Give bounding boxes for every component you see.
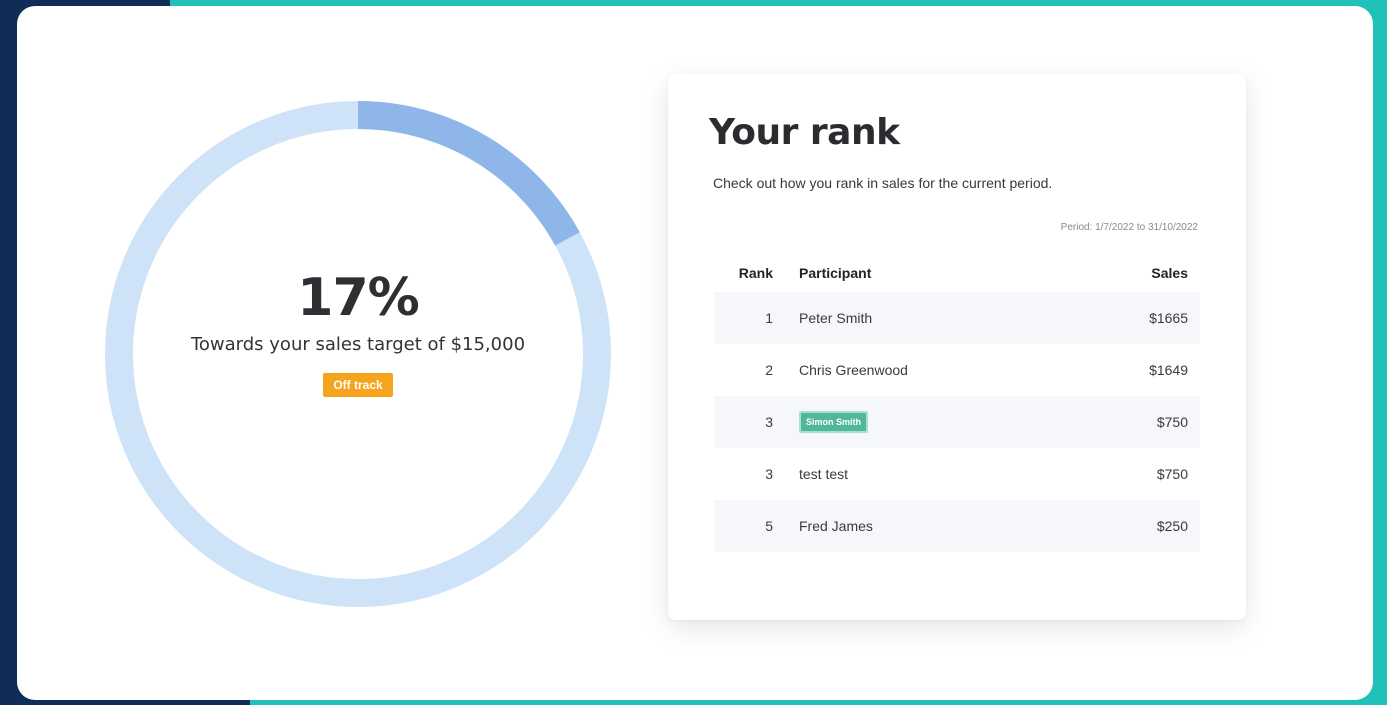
rank-cell: 1 [714, 292, 789, 344]
period-label: Period: 1/7/2022 to 31/10/2022 [1060, 222, 1198, 233]
sales-cell: $750 [1075, 396, 1200, 448]
gauge-center: 17% Towards your sales target of $15,000… [105, 101, 611, 607]
table-row: 2 Chris Greenwood $1649 [714, 344, 1200, 396]
table-header-row: Rank Participant Sales [714, 254, 1200, 292]
progress-percent: 17% [297, 267, 419, 328]
main-card: 17% Towards your sales target of $15,000… [17, 6, 1373, 700]
sales-cell: $1665 [1075, 292, 1200, 344]
progress-gauge: 17% Towards your sales target of $15,000… [105, 101, 611, 607]
rank-cell: 3 [765, 466, 773, 482]
current-user-badge: Simon Smith [799, 411, 869, 433]
table-row: 5 Fred James $250 [714, 500, 1200, 552]
rank-cell: 5 [714, 500, 789, 552]
rank-card: Your rank Check out how you rank in sale… [668, 74, 1246, 620]
table-row: 1 Peter Smith $1665 [714, 292, 1200, 344]
column-header-participant: Participant [799, 265, 872, 281]
participant-cell: Peter Smith [789, 292, 1076, 344]
rank-description: Check out how you rank in sales for the … [713, 175, 1053, 191]
sales-cell: $250 [1075, 500, 1200, 552]
rank-cell: 3 [714, 396, 789, 448]
status-badge: Off track [323, 372, 393, 397]
table-row-current-user: 3 Simon Smith $750 [714, 396, 1200, 448]
table-row: 3 test test $750 [714, 448, 1200, 500]
progress-subtitle: Towards your sales target of $15,000 [190, 333, 526, 355]
participant-cell: Fred James [789, 500, 1076, 552]
column-header-sales: Sales [1151, 265, 1188, 281]
participant-cell: Chris Greenwood [799, 362, 908, 378]
rank-table: Rank Participant Sales 1 Peter Smith $16… [714, 254, 1200, 552]
rank-title: Your rank [709, 112, 900, 153]
sales-cell: $750 [1156, 466, 1188, 482]
rank-cell: 2 [765, 362, 773, 378]
participant-cell: test test [799, 466, 849, 482]
column-header-rank: Rank [738, 265, 773, 281]
sales-cell: $1649 [1149, 362, 1188, 378]
participant-cell: Simon Smith [789, 396, 1076, 448]
